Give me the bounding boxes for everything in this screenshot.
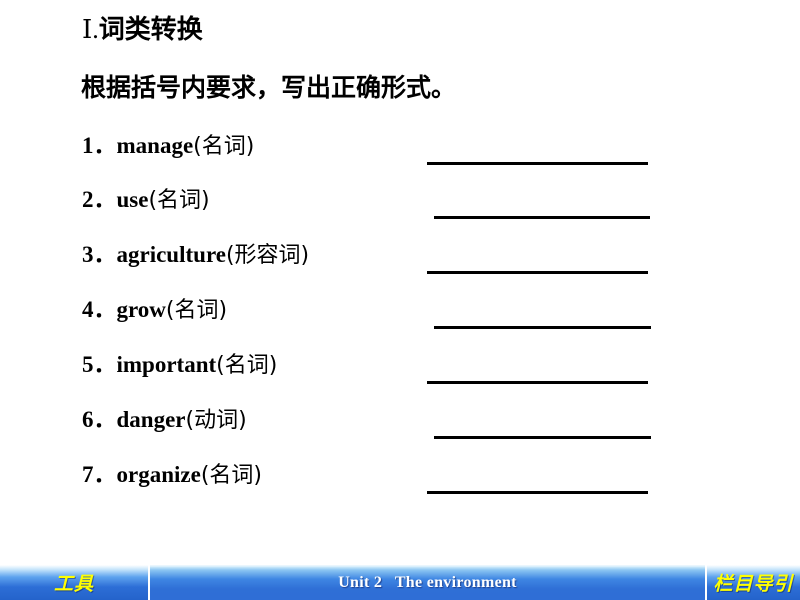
list-item: 2．use(名词)	[0, 186, 800, 240]
question-word: use	[116, 187, 149, 212]
question-number: 1．	[82, 133, 117, 158]
unit-title: Unit 2 The environment	[338, 573, 517, 591]
question-number: 7．	[82, 462, 117, 487]
list-item: 6．danger(动词)	[0, 406, 800, 460]
question-pos-hint: (名词)	[200, 463, 262, 488]
question-number: 6．	[82, 407, 117, 432]
tools-button[interactable]: 工具	[0, 565, 150, 600]
slide-canvas: Ⅰ.词类转换 根据括号内要求，写出正确形式。 1．manage(名词) 2．us…	[0, 0, 800, 600]
list-item: 3．agriculture(形容词)	[0, 241, 800, 295]
answer-blank-line[interactable]	[434, 216, 650, 219]
question-pos-hint: (名词)	[165, 298, 228, 323]
answer-blank-line[interactable]	[427, 491, 648, 494]
question-number: 2．	[82, 187, 117, 212]
navigation-guide-label: 栏目导引	[713, 573, 794, 595]
question-pos-hint: (名词)	[193, 134, 255, 159]
question-pos-hint: (动词)	[185, 408, 247, 433]
question-word: important	[116, 352, 217, 377]
question-number: 5．	[82, 352, 117, 377]
slide-content-area: Ⅰ.词类转换 根据括号内要求，写出正确形式。 1．manage(名词) 2．us…	[0, 0, 800, 565]
list-item: 5．important(名词)	[0, 351, 800, 405]
question-word: agriculture	[116, 242, 226, 267]
list-item: 7．organize(名词)	[0, 461, 800, 515]
question-text: 2．use(名词)	[82, 186, 210, 214]
question-number: 3．	[82, 242, 117, 267]
list-item: 4．grow(名词)	[0, 296, 800, 350]
question-word: danger	[116, 407, 186, 432]
question-text: 5．important(名词)	[82, 351, 277, 379]
list-item: 1．manage(名词)	[0, 132, 800, 186]
exercise-list: 1．manage(名词) 2．use(名词) 3．agriculture(形容词…	[0, 0, 800, 565]
question-number: 4．	[82, 297, 117, 322]
question-text: 1．manage(名词)	[82, 132, 254, 160]
answer-blank-line[interactable]	[434, 436, 651, 439]
answer-blank-line[interactable]	[434, 326, 651, 329]
question-pos-hint: (名词)	[148, 188, 210, 213]
tools-button-label: 工具	[53, 573, 94, 595]
footer-bar: 工具 Unit 2 The environment 栏目导引	[0, 565, 800, 600]
question-text: 3．agriculture(形容词)	[82, 241, 309, 269]
answer-blank-line[interactable]	[427, 162, 648, 165]
question-pos-hint: (名词)	[216, 353, 278, 378]
navigation-guide-button[interactable]: 栏目导引	[705, 565, 800, 600]
answer-blank-line[interactable]	[427, 271, 648, 274]
question-word: organize	[116, 462, 201, 487]
answer-blank-line[interactable]	[427, 381, 648, 384]
question-word: manage	[116, 133, 194, 158]
question-word: grow	[116, 297, 166, 322]
question-text: 7．organize(名词)	[82, 461, 262, 489]
footer-title-area: Unit 2 The environment	[152, 565, 703, 600]
question-pos-hint: (形容词)	[225, 243, 310, 268]
question-text: 4．grow(名词)	[82, 296, 227, 324]
question-text: 6．danger(动词)	[82, 406, 247, 434]
